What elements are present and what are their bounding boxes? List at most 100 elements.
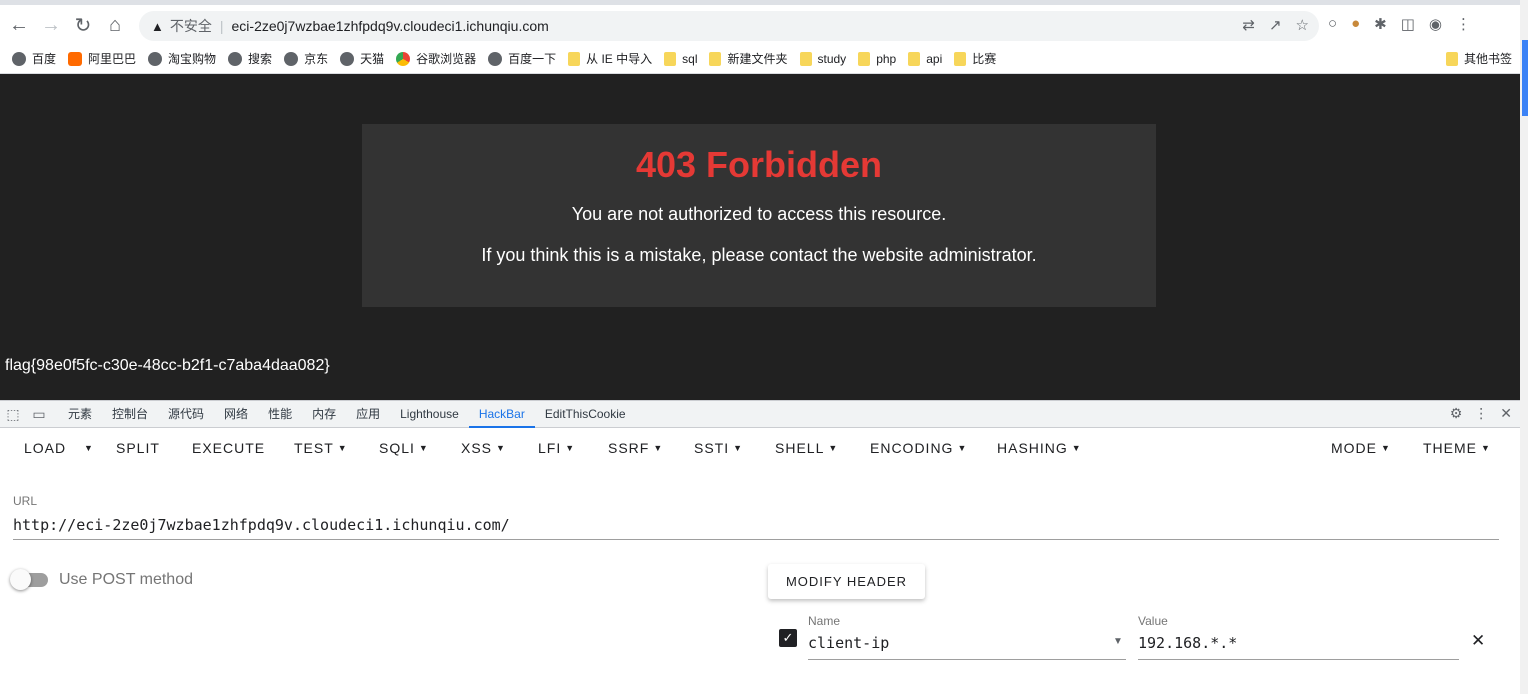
globe-icon bbox=[12, 51, 26, 66]
tab-console[interactable]: 控制台 bbox=[102, 401, 158, 428]
puzzle-icon[interactable]: ✱ bbox=[1374, 15, 1387, 33]
lfi-menu[interactable]: LFI ▼ bbox=[538, 440, 575, 456]
bookmark-alibaba[interactable]: 阿里巴巴 bbox=[68, 50, 136, 67]
side-panel-icon[interactable]: ◫ bbox=[1401, 15, 1415, 33]
globe-icon bbox=[340, 51, 355, 66]
split-button[interactable]: SPLIT bbox=[116, 440, 160, 456]
tab-elements[interactable]: 元素 bbox=[58, 401, 102, 428]
globe-icon bbox=[228, 51, 243, 66]
modify-header-button[interactable]: MODIFY HEADER bbox=[768, 564, 925, 599]
chevron-down-icon: ▼ bbox=[1071, 443, 1082, 453]
scrollbar-thumb[interactable] bbox=[1522, 40, 1528, 116]
mode-menu[interactable]: MODE ▼ bbox=[1331, 440, 1391, 456]
more-icon[interactable]: ⋮ bbox=[1474, 405, 1488, 422]
tab-network[interactable]: 网络 bbox=[214, 401, 258, 428]
tab-performance[interactable]: 性能 bbox=[258, 401, 302, 428]
tab-memory[interactable]: 内存 bbox=[302, 401, 346, 428]
error-hint: If you think this is a mistake, please c… bbox=[481, 245, 1037, 265]
share-icon[interactable]: ↗ bbox=[1269, 16, 1282, 34]
tab-lighthouse[interactable]: Lighthouse bbox=[390, 401, 469, 428]
bookmark-folder-contest[interactable]: 比赛 bbox=[954, 50, 996, 67]
url-input[interactable]: http://eci-2ze0j7wzbae1zhfpdq9v.cloudeci… bbox=[13, 516, 1499, 540]
profile-icon[interactable]: ◉ bbox=[1429, 15, 1442, 33]
chevron-down-icon: ▼ bbox=[828, 443, 839, 453]
globe-icon bbox=[488, 51, 503, 66]
chevron-down-icon: ▼ bbox=[733, 443, 744, 453]
tab-application[interactable]: 应用 bbox=[346, 401, 390, 428]
home-icon[interactable]: ⌂ bbox=[103, 13, 127, 37]
star-icon[interactable]: ☆ bbox=[1296, 16, 1309, 34]
encoding-menu[interactable]: ENCODING ▼ bbox=[870, 440, 967, 456]
menu-icon[interactable]: ⋮ bbox=[1456, 15, 1471, 33]
header-enabled-checkbox[interactable]: ✓ bbox=[779, 629, 797, 647]
close-icon[interactable]: ✕ bbox=[1500, 405, 1512, 422]
folder-icon bbox=[799, 51, 812, 66]
bookmark-folder-api[interactable]: api bbox=[908, 51, 942, 66]
warning-icon: ▲ bbox=[151, 18, 164, 34]
folder-icon bbox=[664, 51, 677, 66]
hackbar-panel: LOAD ▼ SPLIT EXECUTE TEST ▼ SQLI ▼ XSS ▼ LF… bbox=[0, 428, 1520, 694]
chevron-down-icon[interactable]: ▼ bbox=[1113, 636, 1123, 647]
bookmark-baidu-search[interactable]: 百度一下 bbox=[488, 50, 556, 67]
bookmark-taobao[interactable]: 淘宝购物 bbox=[148, 50, 216, 67]
device-toolbar-icon[interactable]: ▭ bbox=[26, 406, 52, 423]
xss-menu[interactable]: XSS ▼ bbox=[461, 440, 506, 456]
chevron-down-icon: ▼ bbox=[1481, 443, 1491, 453]
omnibox-divider: | bbox=[219, 18, 224, 34]
bookmark-folder-sql[interactable]: sql bbox=[664, 51, 697, 66]
url-label: URL bbox=[13, 494, 38, 508]
bookmark-folder-study[interactable]: study bbox=[799, 51, 846, 66]
post-method-label: Use POST method bbox=[59, 571, 193, 588]
bookmark-other[interactable]: 其他书签 bbox=[1445, 50, 1512, 67]
flag-text: flag{98e0f5fc-c30e-48cc-b2f1-c7aba4daa08… bbox=[5, 357, 330, 374]
error-panel: 403 Forbidden You are not authorized to … bbox=[362, 124, 1156, 307]
tab-editthiscookie[interactable]: EditThisCookie bbox=[535, 401, 636, 428]
inspect-icon[interactable]: ⬚ bbox=[0, 406, 26, 423]
chevron-down-icon: ▼ bbox=[565, 443, 576, 453]
bookmark-baidu[interactable]: 百度 bbox=[12, 50, 56, 67]
ssrf-menu[interactable]: SSRF ▼ bbox=[608, 440, 663, 456]
alibaba-icon bbox=[68, 51, 83, 66]
tab-hackbar[interactable]: HackBar bbox=[468, 401, 535, 428]
header-value-input[interactable]: 192.168.*.* bbox=[1138, 634, 1459, 660]
theme-menu[interactable]: THEME ▼ bbox=[1423, 440, 1491, 456]
bookmark-search[interactable]: 搜索 bbox=[228, 50, 272, 67]
forward-icon[interactable]: → bbox=[39, 13, 63, 37]
tab-sources[interactable]: 源代码 bbox=[158, 401, 214, 428]
hashing-menu[interactable]: HASHING ▼ bbox=[997, 440, 1082, 456]
remove-header-icon[interactable]: ✕ bbox=[1471, 631, 1485, 651]
back-icon[interactable]: ← bbox=[7, 13, 31, 37]
extension-circle-icon[interactable]: ○ bbox=[1328, 15, 1337, 33]
execute-button[interactable]: EXECUTE bbox=[192, 440, 265, 456]
chevron-down-icon: ▼ bbox=[337, 443, 348, 453]
chevron-down-icon: ▼ bbox=[1381, 443, 1391, 453]
bookmark-folder-php[interactable]: php bbox=[858, 51, 896, 66]
gear-icon[interactable]: ⚙ bbox=[1450, 405, 1463, 422]
globe-icon bbox=[148, 51, 163, 66]
sqli-menu[interactable]: SQLI ▼ bbox=[379, 440, 429, 456]
shell-menu[interactable]: SHELL ▼ bbox=[775, 440, 838, 456]
test-menu[interactable]: TEST ▼ bbox=[294, 440, 348, 456]
bookmark-folder-ie[interactable]: 从 IE 中导入 bbox=[568, 50, 652, 67]
reload-icon[interactable]: ↻ bbox=[71, 13, 95, 37]
bookmark-tmall[interactable]: 天猫 bbox=[340, 50, 384, 67]
url-text[interactable]: eci-2ze0j7wzbae1zhfpdq9v.cloudeci1.ichun… bbox=[232, 18, 549, 34]
load-dropdown-icon[interactable]: ▼ bbox=[84, 443, 94, 453]
bookmark-folder-new[interactable]: 新建文件夹 bbox=[709, 50, 788, 67]
address-bar[interactable]: ▲ 不安全 | eci-2ze0j7wzbae1zhfpdq9v.cloudec… bbox=[139, 11, 1319, 41]
folder-icon bbox=[709, 51, 722, 66]
header-name-input[interactable]: client-ip bbox=[808, 634, 1126, 660]
translate-icon[interactable]: ⇄ bbox=[1242, 16, 1255, 34]
load-button[interactable]: LOAD bbox=[24, 440, 66, 456]
header-name-label: Name bbox=[808, 614, 841, 628]
folder-icon bbox=[908, 51, 921, 66]
toggle-knob[interactable] bbox=[10, 569, 31, 590]
ssti-menu[interactable]: SSTI ▼ bbox=[694, 440, 743, 456]
bookmark-chrome[interactable]: 谷歌浏览器 bbox=[396, 50, 476, 67]
cookie-icon[interactable]: ● bbox=[1351, 15, 1360, 33]
error-message: You are not authorized to access this re… bbox=[571, 204, 947, 224]
chevron-down-icon: ▼ bbox=[418, 443, 429, 453]
bookmark-jd[interactable]: 京东 bbox=[284, 50, 328, 67]
browser-toolbar: ← → ↻ ⌂ ▲ 不安全 | eci-2ze0j7wzbae1zhfpdq9v… bbox=[0, 0, 1520, 44]
folder-icon bbox=[954, 51, 967, 66]
